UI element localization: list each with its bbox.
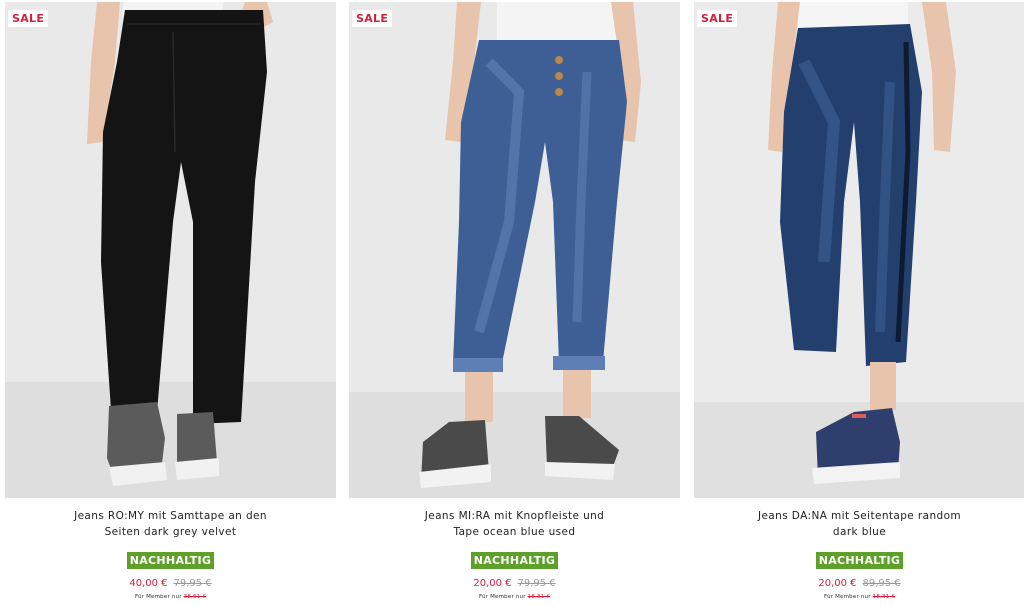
sustainable-badge-container: NACHHALTIG xyxy=(5,549,336,569)
sale-badge: SALE xyxy=(697,10,738,27)
sustainable-badge: NACHHALTIG xyxy=(470,552,559,569)
sustainable-badge-container: NACHHALTIG xyxy=(694,549,1024,569)
member-price: 18,31 € xyxy=(527,594,551,600)
product-image-mira[interactable]: SALE xyxy=(349,2,680,498)
product-image-dana[interactable]: SALE xyxy=(694,2,1024,498)
light-blue-jeans-photo xyxy=(349,2,680,498)
sustainable-badge: NACHHALTIG xyxy=(815,552,904,569)
sale-price: 40,00 € xyxy=(129,578,168,589)
product-card-dana[interactable]: SALE Jeans DA:NA mit Seitentape random d… xyxy=(694,0,1024,606)
product-title-line1[interactable]: Jeans MI:RA mit Knopfleiste und xyxy=(349,508,680,524)
member-price: 18,31 € xyxy=(872,594,896,600)
member-price-row: Für Member nur 18,31 € xyxy=(694,593,1024,601)
member-price-label: Für Member nur xyxy=(134,594,182,600)
product-title-line1[interactable]: Jeans RO:MY mit Samttape an den xyxy=(5,508,336,524)
product-card-romy[interactable]: SALE Jeans RO:MY mit Samttape an den Sei… xyxy=(5,0,336,606)
original-price: 79,95 € xyxy=(173,578,212,589)
product-image-romy[interactable]: SALE xyxy=(5,2,336,498)
product-title-line2[interactable]: Seiten dark grey velvet xyxy=(5,524,336,540)
member-price-label: Für Member nur xyxy=(823,594,871,600)
product-grid: SALE Jeans RO:MY mit Samttape an den Sei… xyxy=(0,0,1024,606)
price-row: 20,00 € 79,95 € xyxy=(349,577,680,590)
product-title-line2[interactable]: dark blue xyxy=(694,524,1024,540)
sustainable-badge-container: NACHHALTIG xyxy=(349,549,680,569)
black-jeans-photo xyxy=(5,2,336,498)
price-row: 40,00 € 79,95 € xyxy=(5,577,336,590)
member-price-row: Für Member nur 18,31 € xyxy=(349,593,680,601)
member-price-label: Für Member nur xyxy=(478,594,526,600)
product-title[interactable]: Jeans MI:RA mit Knopfleiste und Tape oce… xyxy=(349,508,680,540)
sale-badge: SALE xyxy=(8,10,49,27)
product-title-line1[interactable]: Jeans DA:NA mit Seitentape random xyxy=(694,508,1024,524)
sale-badge: SALE xyxy=(352,10,393,27)
price-row: 20,00 € 89,95 € xyxy=(694,577,1024,590)
product-card-mira[interactable]: SALE Jeans MI:RA mit Knopfleiste und Tap… xyxy=(349,0,680,606)
product-title-line2[interactable]: Tape ocean blue used xyxy=(349,524,680,540)
dark-blue-jeans-photo xyxy=(694,2,1024,498)
product-title[interactable]: Jeans DA:NA mit Seitentape random dark b… xyxy=(694,508,1024,540)
sale-price: 20,00 € xyxy=(818,578,857,589)
sustainable-badge: NACHHALTIG xyxy=(126,552,215,569)
original-price: 89,95 € xyxy=(862,578,901,589)
sale-price: 20,00 € xyxy=(473,578,512,589)
product-title[interactable]: Jeans RO:MY mit Samttape an den Seiten d… xyxy=(5,508,336,540)
original-price: 79,95 € xyxy=(517,578,556,589)
member-price-row: Für Member nur 38,61 € xyxy=(5,593,336,601)
member-price: 38,61 € xyxy=(183,594,207,600)
